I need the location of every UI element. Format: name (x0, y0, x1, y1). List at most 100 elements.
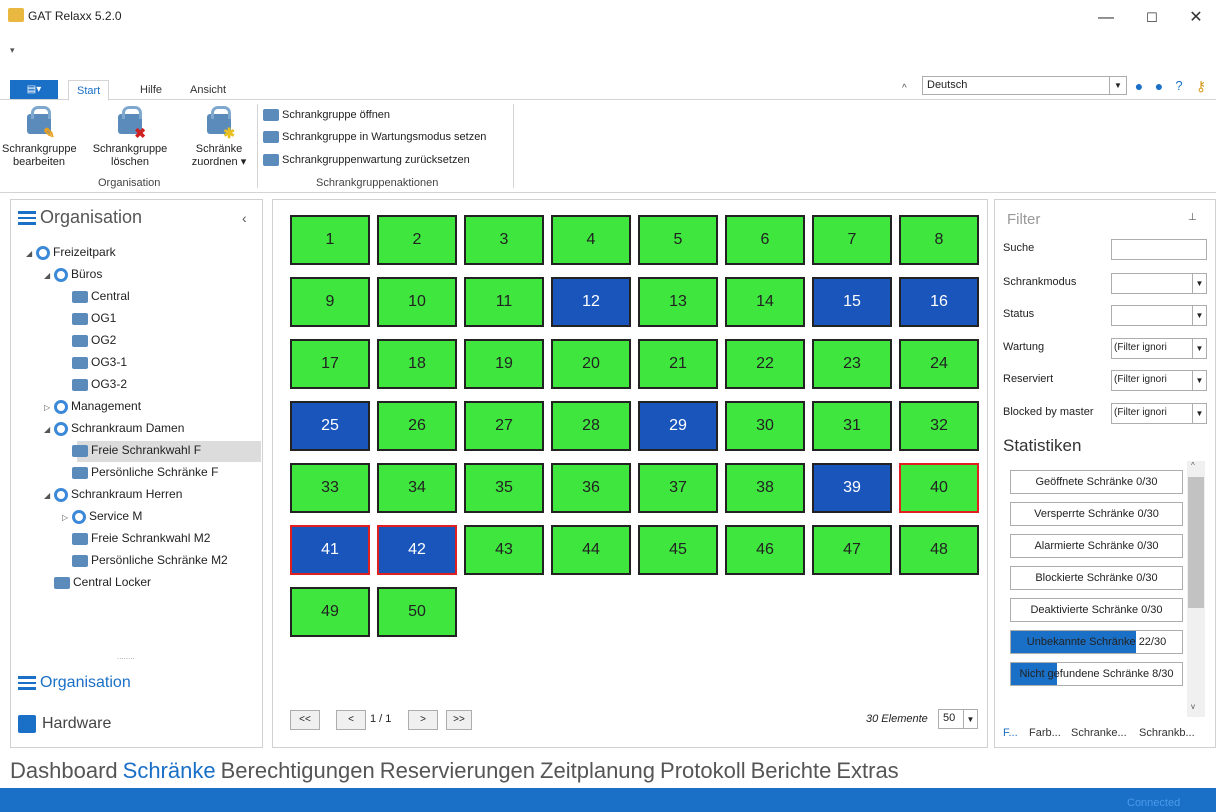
locker-cell[interactable]: 36 (551, 463, 631, 513)
delete-group-button[interactable]: ✖ Schrankgruppe löschen (74, 102, 186, 169)
locker-cell[interactable]: 32 (899, 401, 979, 451)
locker-cell[interactable]: 15 (812, 277, 892, 327)
locker-cell[interactable]: 30 (725, 401, 805, 451)
first-page-button[interactable]: << (290, 710, 320, 730)
nav-zeitplanung[interactable]: Zeitplanung (540, 758, 655, 783)
last-page-button[interactable]: >> (446, 710, 472, 730)
key-icon[interactable]: ⚷ (1192, 77, 1210, 95)
open-group-action[interactable]: Schrankgruppe öffnen (263, 106, 390, 124)
tree-item[interactable]: Freie Schrankwahl F (26, 439, 228, 461)
locker-cell[interactable]: 9 (290, 277, 370, 327)
pin-icon[interactable]: ⊥ (1188, 212, 1197, 223)
reset-maintenance-action[interactable]: Schrankgruppenwartung zurücksetzen (263, 151, 470, 169)
tree-item[interactable]: ◢ Schrankraum Damen (26, 417, 228, 439)
collapse-panel-icon[interactable]: ‹ (242, 210, 247, 226)
nav-organisation[interactable]: Organisation (18, 674, 131, 692)
locker-cell[interactable]: 7 (812, 215, 892, 265)
tree-item[interactable]: OG2 (26, 329, 228, 351)
filter-input[interactable]: (Filter ignori ▼ (1111, 403, 1207, 424)
locker-cell[interactable]: 41 (290, 525, 370, 575)
locker-cell[interactable]: 29 (638, 401, 718, 451)
locker-cell[interactable]: 13 (638, 277, 718, 327)
filter-input[interactable] (1111, 239, 1207, 260)
maximize-button[interactable]: ☐ (1132, 6, 1172, 30)
statistic-button[interactable]: Blockierte Schränke 0/30 (1010, 566, 1183, 590)
locker-cell[interactable]: 43 (464, 525, 544, 575)
statistic-button[interactable]: Geöffnete Schränke 0/30 (1010, 470, 1183, 494)
tab-start[interactable]: Start (68, 80, 110, 101)
tree-item[interactable]: OG3-2 (26, 373, 228, 395)
locker-cell[interactable]: 18 (377, 339, 457, 389)
tree-item[interactable]: Persönliche Schränke F (26, 461, 228, 483)
locker-cell[interactable]: 45 (638, 525, 718, 575)
tab-hilfe[interactable]: Hilfe (132, 80, 170, 100)
locker-cell[interactable]: 33 (290, 463, 370, 513)
locker-cell[interactable]: 49 (290, 587, 370, 637)
page-size-select[interactable]: 50 ▼ (938, 709, 978, 729)
locker-cell[interactable]: 5 (638, 215, 718, 265)
user-icon[interactable]: ● (1130, 77, 1148, 95)
nav-extras[interactable]: Extras (836, 758, 898, 783)
tab-farb[interactable]: Farb... (1029, 727, 1061, 739)
maintenance-mode-action[interactable]: Schrankgruppe in Wartungsmodus setzen (263, 128, 486, 146)
nav-reservierungen[interactable]: Reservierungen (380, 758, 535, 783)
locker-cell[interactable]: 44 (551, 525, 631, 575)
locker-cell[interactable]: 12 (551, 277, 631, 327)
ribbon-collapse-caret-icon[interactable]: ^ (902, 83, 907, 94)
locker-cell[interactable]: 42 (377, 525, 457, 575)
tree-item[interactable]: Central Locker (26, 571, 228, 593)
locker-cell[interactable]: 34 (377, 463, 457, 513)
nav-schraenke[interactable]: Schränke (123, 758, 216, 783)
locker-cell[interactable]: 23 (812, 339, 892, 389)
tree-item[interactable]: Persönliche Schränke M2 (26, 549, 228, 571)
statistic-button[interactable]: Deaktivierte Schränke 0/30 (1010, 598, 1183, 622)
locker-cell[interactable]: 20 (551, 339, 631, 389)
nav-protokoll[interactable]: Protokoll (660, 758, 746, 783)
statistic-button[interactable]: Versperrte Schränke 0/30 (1010, 502, 1183, 526)
language-select[interactable]: Deutsch ▼ (922, 76, 1127, 95)
statistic-button[interactable]: Nicht gefundene Schränke 8/30 (1010, 662, 1183, 686)
locker-cell[interactable]: 19 (464, 339, 544, 389)
locker-cell[interactable]: 21 (638, 339, 718, 389)
expand-toggle-icon[interactable]: ◢ (44, 265, 54, 287)
locker-cell[interactable]: 50 (377, 587, 457, 637)
tab-filter[interactable]: F... (1003, 727, 1018, 739)
filter-input[interactable]: (Filter ignori ▼ (1111, 370, 1207, 391)
scrollbar-thumb[interactable] (1188, 477, 1204, 608)
locker-cell[interactable]: 10 (377, 277, 457, 327)
locker-cell[interactable]: 25 (290, 401, 370, 451)
expand-toggle-icon[interactable]: ◢ (26, 243, 36, 265)
help-icon[interactable]: ? (1170, 77, 1188, 95)
filter-input[interactable]: ▼ (1111, 273, 1207, 294)
close-button[interactable]: ✕ (1176, 6, 1216, 30)
locker-cell[interactable]: 11 (464, 277, 544, 327)
tree-item[interactable]: ▷ Management (26, 395, 228, 417)
locker-cell[interactable]: 46 (725, 525, 805, 575)
tree-item[interactable]: ◢ Büros (26, 263, 228, 285)
locker-cell[interactable]: 6 (725, 215, 805, 265)
splitter-grip[interactable]: ........ (117, 652, 135, 661)
scroll-up-icon[interactable]: ^ (1191, 461, 1195, 470)
expand-toggle-icon[interactable]: ◢ (44, 419, 54, 441)
locker-cell[interactable]: 40 (899, 463, 979, 513)
filter-input[interactable]: (Filter ignori ▼ (1111, 338, 1207, 359)
locker-cell[interactable]: 27 (464, 401, 544, 451)
locker-cell[interactable]: 35 (464, 463, 544, 513)
statistic-button[interactable]: Alarmierte Schränke 0/30 (1010, 534, 1183, 558)
tab-schrankb[interactable]: Schrankb... (1139, 727, 1195, 739)
locker-cell[interactable]: 16 (899, 277, 979, 327)
locker-cell[interactable]: 1 (290, 215, 370, 265)
locker-cell[interactable]: 48 (899, 525, 979, 575)
expand-toggle-icon[interactable]: ▷ (44, 397, 54, 419)
quick-access-toolbar[interactable]: ▾ (10, 45, 15, 56)
tree-item[interactable]: ◢ Freizeitpark (26, 241, 228, 263)
next-page-button[interactable]: > (408, 710, 438, 730)
locker-cell[interactable]: 31 (812, 401, 892, 451)
locker-cell[interactable]: 4 (551, 215, 631, 265)
minimize-button[interactable]: — (1086, 6, 1126, 30)
locker-cell[interactable]: 17 (290, 339, 370, 389)
tree-item[interactable]: Freie Schrankwahl M2 (26, 527, 228, 549)
locker-cell[interactable]: 22 (725, 339, 805, 389)
tree-item[interactable]: OG3-1 (26, 351, 228, 373)
statistic-button[interactable]: Unbekannte Schränke 22/30 (1010, 630, 1183, 654)
